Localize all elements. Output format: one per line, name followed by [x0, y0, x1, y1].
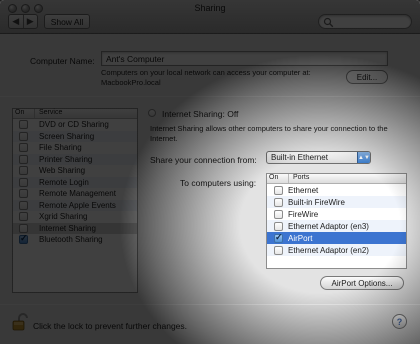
- description-line: Internet Sharing allows other computers …: [150, 124, 388, 133]
- service-checkbox[interactable]: [19, 200, 28, 210]
- computer-name-help: Computers on your local network can acce…: [101, 68, 341, 88]
- ports-list-header: On Ports: [267, 174, 406, 184]
- service-checkbox[interactable]: [19, 189, 28, 199]
- service-label: Web Sharing: [39, 166, 86, 176]
- port-label: FireWire: [288, 209, 319, 219]
- port-label: Built-in FireWire: [288, 197, 345, 207]
- port-row-ethernet-en3[interactable]: Ethernet Adaptor (en3): [267, 220, 406, 232]
- port-checkbox[interactable]: [274, 185, 283, 195]
- window-title: Sharing: [194, 3, 226, 13]
- port-label: Ethernet Adaptor (en3): [288, 221, 369, 231]
- header-ports[interactable]: Ports: [289, 174, 309, 183]
- service-label: DVD or CD Sharing: [39, 120, 109, 130]
- header-on[interactable]: On: [267, 174, 289, 183]
- port-checkbox[interactable]: [274, 209, 283, 219]
- service-checkbox[interactable]: [19, 223, 28, 233]
- sharing-window: Sharing ◀ ▶ Show All Computer Name: Ant'…: [0, 0, 420, 344]
- separator: [0, 96, 420, 97]
- service-label: File Sharing: [39, 143, 82, 153]
- share-from-popup[interactable]: Built-in Ethernet ▲▼: [266, 151, 371, 164]
- service-row-dvd-cd[interactable]: DVD or CD Sharing: [13, 119, 137, 131]
- internet-sharing-description: Internet Sharing allows other computers …: [150, 124, 400, 144]
- port-checkbox[interactable]: [274, 232, 283, 243]
- search-icon: [323, 17, 334, 28]
- service-row-remote-login[interactable]: Remote Login: [13, 176, 137, 188]
- port-label: AirPort: [288, 233, 313, 243]
- service-label: Remote Apple Events: [39, 200, 116, 210]
- title-bar: Sharing ◀ ▶ Show All: [0, 0, 420, 34]
- header-service[interactable]: Service: [35, 109, 62, 118]
- port-label: Ethernet Adaptor (en2): [288, 245, 369, 255]
- service-checkbox[interactable]: [19, 177, 28, 187]
- port-row-ethernet[interactable]: Ethernet: [267, 184, 406, 196]
- internet-sharing-status-indicator: [148, 109, 156, 117]
- port-checkbox[interactable]: [274, 221, 283, 231]
- service-row-remote-management[interactable]: Remote Management: [13, 188, 137, 200]
- service-row-web-sharing[interactable]: Web Sharing: [13, 165, 137, 177]
- service-label: Remote Management: [39, 189, 116, 199]
- service-label: Remote Login: [39, 177, 89, 187]
- help-button[interactable]: ?: [392, 314, 407, 329]
- port-row-built-in-firewire[interactable]: Built-in FireWire: [267, 196, 406, 208]
- service-checkbox[interactable]: [19, 233, 28, 245]
- to-computers-label: To computers using:: [180, 178, 257, 188]
- separator: [0, 304, 420, 305]
- edit-button[interactable]: Edit...: [346, 70, 388, 84]
- service-checkbox[interactable]: [19, 154, 28, 164]
- share-from-value: Built-in Ethernet: [271, 153, 328, 162]
- computer-name-field[interactable]: Ant's Computer: [101, 51, 388, 66]
- port-checkbox[interactable]: [274, 245, 283, 255]
- service-row-xgrid-sharing[interactable]: Xgrid Sharing: [13, 211, 137, 223]
- port-row-firewire[interactable]: FireWire: [267, 208, 406, 220]
- service-label: Printer Sharing: [39, 154, 93, 164]
- service-checkbox[interactable]: [19, 143, 28, 153]
- service-row-internet-sharing[interactable]: Internet Sharing: [13, 222, 137, 234]
- show-all-button[interactable]: Show All: [44, 14, 90, 29]
- airport-options-button[interactable]: AirPort Options...: [320, 276, 404, 290]
- search-field[interactable]: [318, 14, 412, 29]
- back-button[interactable]: ◀: [9, 15, 23, 28]
- port-row-airport[interactable]: AirPort: [267, 232, 406, 244]
- service-list-header: On Service: [13, 109, 137, 119]
- service-label: Screen Sharing: [39, 131, 95, 141]
- service-checkbox[interactable]: [19, 212, 28, 222]
- service-checkbox[interactable]: [19, 166, 28, 176]
- share-from-label: Share your connection from:: [150, 155, 257, 165]
- service-row-printer-sharing[interactable]: Printer Sharing: [13, 153, 137, 165]
- port-row-ethernet-en2[interactable]: Ethernet Adaptor (en2): [267, 244, 406, 256]
- service-row-file-sharing[interactable]: File Sharing: [13, 142, 137, 154]
- service-checkbox[interactable]: [19, 131, 28, 141]
- computer-name-help-line: Computers on your local network can acce…: [101, 68, 311, 77]
- computer-name-label: Computer Name:: [30, 56, 95, 66]
- ports-list: On Ports Ethernet Built-in FireWire Fire…: [266, 173, 407, 269]
- service-checkbox[interactable]: [19, 120, 28, 130]
- internet-sharing-status: Internet Sharing: Off: [162, 109, 239, 119]
- forward-button[interactable]: ▶: [22, 15, 38, 28]
- service-label: Bluetooth Sharing: [39, 235, 103, 245]
- port-label: Ethernet: [288, 185, 319, 195]
- lock-icon[interactable]: [12, 313, 28, 331]
- port-checkbox[interactable]: [274, 197, 283, 207]
- service-list: On Service DVD or CD Sharing Screen Shar…: [12, 108, 138, 293]
- service-row-screen-sharing[interactable]: Screen Sharing: [13, 130, 137, 142]
- popup-arrows-icon: ▲▼: [357, 152, 370, 163]
- lock-message: Click the lock to prevent further change…: [33, 321, 188, 331]
- description-line: Internet.: [150, 134, 178, 143]
- service-label: Internet Sharing: [39, 223, 96, 233]
- service-row-remote-apple-events[interactable]: Remote Apple Events: [13, 199, 137, 211]
- service-label: Xgrid Sharing: [39, 212, 88, 222]
- local-hostname: MacbookPro.local: [101, 78, 161, 87]
- nav-buttons: ◀ ▶: [8, 14, 38, 29]
- service-row-bluetooth-sharing[interactable]: Bluetooth Sharing: [13, 233, 137, 246]
- header-on[interactable]: On: [13, 109, 35, 118]
